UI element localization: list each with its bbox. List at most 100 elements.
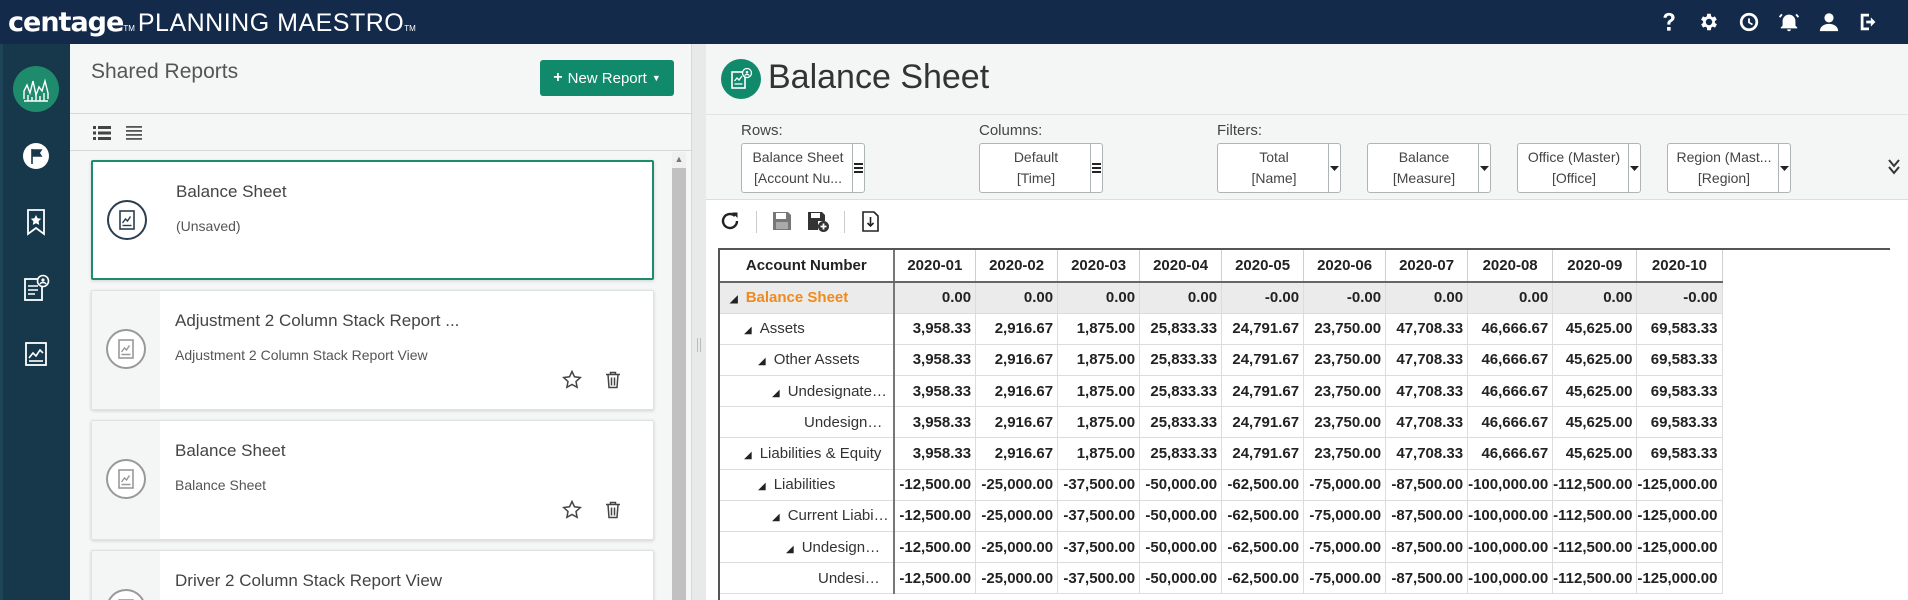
value-cell[interactable]: -125,000.00 [1636,500,1723,533]
value-cell[interactable]: 45,625.00 [1552,344,1638,377]
star-icon[interactable] [561,499,583,521]
rows-dimension[interactable]: Balance Sheet [Account Nu... [741,143,865,193]
table-row[interactable]: ◢ Assets 3,958.33 2,916.67 1,875.00 25,833.33… [720,313,1723,345]
detail-list-icon[interactable] [91,122,113,144]
menu-lines-icon[interactable] [852,144,864,192]
value-cell[interactable]: -100,000.00 [1467,500,1554,533]
gear-icon[interactable] [1698,11,1720,33]
value-cell[interactable]: 2,916.67 [975,344,1059,377]
column-header[interactable]: 2020-02 [975,250,1059,283]
new-report-button[interactable]: + New Report ▼ [540,60,674,96]
value-cell[interactable]: 23,750.00 [1303,406,1387,439]
column-header[interactable]: 2020-10 [1636,250,1723,283]
value-cell[interactable]: -37,500.00 [1057,531,1141,564]
value-cell[interactable]: -87,500.00 [1385,500,1469,533]
table-row[interactable]: ◢ Other Assets 3,958.33 2,916.67 1,875.00 25,… [720,344,1723,377]
clock-icon[interactable] [1738,11,1760,33]
table-row[interactable]: ◢ Undesign… -12,500.00 -25,000.00 -37,500.00… [720,531,1723,564]
value-cell[interactable]: -62,500.00 [1221,531,1305,564]
column-header[interactable]: 2020-01 [893,250,977,283]
value-cell[interactable]: -12,500.00 [893,562,977,595]
panel-splitter[interactable] [692,44,706,600]
value-cell[interactable]: 0.00 [1057,282,1141,314]
value-cell[interactable]: -37,500.00 [1057,469,1141,501]
column-header[interactable]: 2020-07 [1385,250,1469,283]
value-cell[interactable]: 0.00 [1139,282,1223,314]
value-cell[interactable]: 23,750.00 [1303,375,1387,408]
value-cell[interactable]: -75,000.00 [1303,531,1387,564]
value-cell[interactable]: -125,000.00 [1636,469,1723,501]
column-header[interactable]: 2020-04 [1139,250,1223,283]
value-cell[interactable]: 2,916.67 [975,313,1059,345]
value-cell[interactable]: -12,500.00 [893,469,977,501]
value-cell[interactable]: -50,000.00 [1139,500,1223,533]
export-icon[interactable] [856,207,884,235]
value-cell[interactable]: -112,500.00 [1552,469,1638,501]
value-cell[interactable]: 46,666.67 [1467,406,1554,439]
value-cell[interactable]: -12,500.00 [893,500,977,533]
expand-toggle-icon[interactable]: ◢ [744,325,752,336]
expand-toggle-icon[interactable]: ◢ [758,356,766,367]
caret-down-icon[interactable] [1328,144,1340,192]
data-grid[interactable]: Account Number 2020-01 2020-02 2020-03 2020-… [718,248,1890,600]
report-card[interactable]: Driver 2 Column Stack Report View [91,550,654,600]
value-cell[interactable]: 25,833.33 [1139,437,1223,470]
value-cell[interactable]: 45,625.00 [1552,437,1638,470]
value-cell[interactable]: -100,000.00 [1467,562,1554,595]
account-cell[interactable]: ◢ Balance Sheet [720,282,895,314]
filter-region[interactable]: Region (Mast... [Region] [1667,143,1791,193]
value-cell[interactable]: -50,000.00 [1139,531,1223,564]
value-cell[interactable]: -75,000.00 [1303,562,1387,595]
account-cell[interactable]: ◢ Other Assets [720,344,895,377]
logout-icon[interactable] [1858,11,1880,33]
value-cell[interactable]: -62,500.00 [1221,562,1305,595]
trash-icon[interactable] [602,499,624,521]
save-as-icon[interactable] [804,207,832,235]
value-cell[interactable]: 3,958.33 [893,344,977,377]
value-cell[interactable]: 1,875.00 [1057,313,1141,345]
table-row[interactable]: ◢ Current Liabi… -12,500.00 -25,000.00 -37,5… [720,500,1723,533]
value-cell[interactable]: -25,000.00 [975,531,1059,564]
value-cell[interactable]: 1,875.00 [1057,375,1141,408]
value-cell[interactable]: 47,708.33 [1385,375,1469,408]
value-cell[interactable]: -75,000.00 [1303,469,1387,501]
value-cell[interactable]: -25,000.00 [975,469,1059,501]
account-cell[interactable]: Undesi… [720,562,895,595]
value-cell[interactable]: 0.00 [975,282,1059,314]
account-cell[interactable]: ◢ Undesignate… [720,375,895,408]
flag-icon[interactable] [20,140,52,172]
value-cell[interactable]: -37,500.00 [1057,500,1141,533]
table-row[interactable]: Undesi… -12,500.00 -25,000.00 -37,500.00 -50… [720,562,1723,595]
column-header[interactable]: 2020-05 [1221,250,1305,283]
value-cell[interactable]: 47,708.33 [1385,437,1469,470]
value-cell[interactable]: 23,750.00 [1303,437,1387,470]
star-icon[interactable] [561,369,583,391]
value-cell[interactable]: -125,000.00 [1636,531,1723,564]
filter-name[interactable]: Total [Name] [1217,143,1341,193]
value-cell[interactable]: 1,875.00 [1057,437,1141,470]
expand-toggle-icon[interactable]: ◢ [772,512,780,523]
value-cell[interactable]: 3,958.33 [893,313,977,345]
avatar-chart-icon[interactable] [13,66,59,112]
expand-toggle-icon[interactable]: ◢ [786,544,794,555]
value-cell[interactable]: 2,916.67 [975,375,1059,408]
table-row[interactable]: Undesign… 3,958.33 2,916.67 1,875.00 25,833.… [720,406,1723,439]
expand-toggle-icon[interactable]: ◢ [744,450,752,461]
value-cell[interactable]: 0.00 [1552,282,1638,314]
scroll-up-icon[interactable]: ▲ [673,154,685,166]
value-cell[interactable]: -87,500.00 [1385,469,1469,501]
account-cell[interactable]: ◢ Assets [720,313,895,345]
report-card[interactable]: Adjustment 2 Column Stack Report ... Adj… [91,290,654,410]
account-cell[interactable]: ◢ Undesign… [720,531,895,564]
value-cell[interactable]: 0.00 [893,282,977,314]
value-cell[interactable]: -12,500.00 [893,531,977,564]
value-cell[interactable]: 46,666.67 [1467,437,1554,470]
value-cell[interactable]: 3,958.33 [893,437,977,470]
account-cell[interactable]: Undesign… [720,406,895,439]
table-row[interactable]: ◢ Liabilities -12,500.00 -25,000.00 -37,500.… [720,469,1723,501]
value-cell[interactable]: 25,833.33 [1139,406,1223,439]
value-cell[interactable]: 24,791.67 [1221,437,1305,470]
value-cell[interactable]: 69,583.33 [1636,344,1723,377]
caret-down-icon[interactable] [1628,144,1640,192]
value-cell[interactable]: -50,000.00 [1139,469,1223,501]
